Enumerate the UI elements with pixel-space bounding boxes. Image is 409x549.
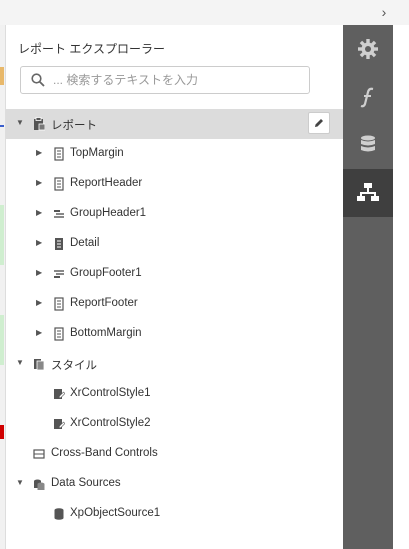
tree-node-label: TopMargin — [70, 147, 124, 159]
search-input[interactable] — [53, 71, 303, 89]
pencil-icon — [315, 119, 323, 127]
report-explorer-panel: レポート エクスプローラー ▼ レポート ▶ TopMargin — [5, 25, 344, 549]
style-icon — [54, 419, 65, 429]
tab-field-list[interactable] — [343, 121, 393, 169]
tree-node-style[interactable]: XrControlStyle2 — [6, 409, 344, 439]
tree-node-band[interactable]: ▶ ReportHeader — [6, 169, 344, 199]
expand-arrow-icon[interactable]: ▶ — [36, 269, 44, 277]
detail-band-icon — [55, 238, 63, 250]
tree-node-band[interactable]: ▶ TopMargin — [6, 139, 344, 169]
expand-arrow-icon[interactable]: ▶ — [36, 299, 44, 307]
expand-arrow-icon[interactable]: ▶ — [36, 209, 44, 217]
expand-arrow-icon[interactable]: ▼ — [16, 479, 24, 487]
tree-node-styles[interactable]: ▼ スタイル — [6, 349, 344, 379]
tree-node-label: XpObjectSource1 — [70, 507, 161, 519]
tree-node-report[interactable]: ▼ レポート — [6, 109, 344, 139]
tree-node-band[interactable]: ▶ Detail — [6, 229, 344, 259]
tree-node-label: XrControlStyle2 — [70, 417, 151, 429]
band-icon — [54, 327, 64, 341]
search-icon — [31, 73, 45, 87]
tree-node-band[interactable]: ▶ GroupFooter1 — [6, 259, 344, 289]
top-bar: › — [0, 0, 409, 25]
edit-button[interactable] — [308, 112, 330, 134]
tree-node-label: GroupFooter1 — [70, 267, 142, 279]
group-footer-icon — [54, 270, 64, 278]
edge-marker — [0, 125, 4, 127]
tree-node-band[interactable]: ▶ BottomMargin — [6, 319, 344, 349]
group-header-icon — [54, 210, 64, 218]
cross-band-icon — [33, 449, 45, 459]
expand-arrow-icon[interactable]: ▶ — [36, 239, 44, 247]
tree-node-label: ReportFooter — [70, 297, 138, 309]
tree-node-label: Data Sources — [51, 477, 121, 489]
style-icon — [54, 389, 65, 399]
expand-arrow-icon[interactable]: ▶ — [36, 329, 44, 337]
data-sources-icon — [34, 479, 45, 490]
expand-arrow-icon[interactable]: ▼ — [16, 119, 24, 127]
database-icon — [54, 508, 64, 520]
tree-node-band[interactable]: ▶ GroupHeader1 — [6, 199, 344, 229]
tree-node-label: Cross-Band Controls — [51, 447, 158, 459]
tree-node-label: スタイル — [51, 360, 97, 372]
panel-title: レポート エクスプローラー — [18, 42, 165, 56]
expand-arrow-icon[interactable]: ▼ — [16, 359, 24, 367]
tree-node-label: BottomMargin — [70, 327, 142, 339]
band-icon — [54, 297, 64, 311]
edge-marker — [0, 425, 4, 439]
right-margin — [393, 25, 409, 549]
tab-properties[interactable] — [343, 25, 393, 73]
edge-marker — [0, 315, 4, 365]
tree-node-label: レポート — [51, 120, 97, 132]
hierarchy-icon — [357, 183, 379, 201]
expand-arrow-icon[interactable]: ▶ — [36, 179, 44, 187]
tree-node-cross-band[interactable]: Cross-Band Controls — [6, 439, 344, 469]
tree-node-label: XrControlStyle1 — [70, 387, 151, 399]
tree-node-band[interactable]: ▶ ReportFooter — [6, 289, 344, 319]
edge-marker — [0, 67, 4, 85]
tree-node-data-source[interactable]: XpObjectSource1 — [6, 499, 344, 529]
chevron-right-icon[interactable]: › — [377, 5, 391, 19]
styles-icon — [34, 359, 45, 371]
expand-arrow-icon[interactable]: ▶ — [36, 149, 44, 157]
band-icon — [54, 177, 64, 191]
band-icon — [54, 147, 64, 161]
tab-expressions[interactable] — [343, 73, 393, 121]
report-icon — [34, 117, 45, 131]
database-icon — [361, 135, 375, 152]
tree-node-label: ReportHeader — [70, 177, 143, 189]
tree-node-data-sources[interactable]: ▼ Data Sources — [6, 469, 344, 499]
tree-node-label: GroupHeader1 — [70, 207, 147, 219]
side-tab-bar — [343, 25, 393, 549]
edge-marker — [0, 205, 4, 265]
tree-node-label: Detail — [70, 237, 100, 249]
tab-report-explorer[interactable] — [343, 169, 393, 217]
function-icon — [360, 87, 374, 108]
search-box[interactable] — [20, 66, 310, 94]
tree-node-style[interactable]: XrControlStyle1 — [6, 379, 344, 409]
gear-icon — [358, 39, 378, 59]
